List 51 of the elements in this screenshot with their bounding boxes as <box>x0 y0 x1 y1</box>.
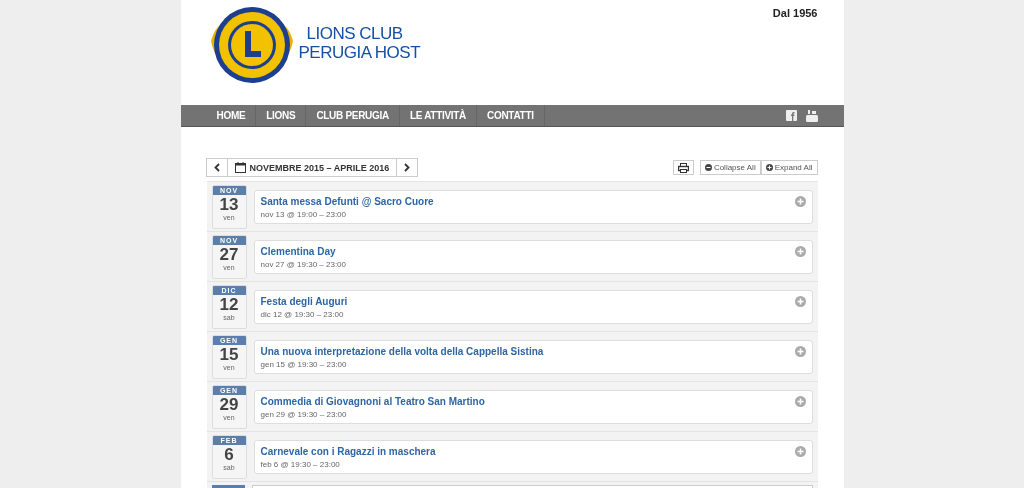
nav-link[interactable]: HOME <box>206 105 257 126</box>
event-card[interactable]: Santa messa Defunti @ Sacro Cuore nov 13 @ 19:00 – 23:00 <box>253 189 813 224</box>
event-day: 12 <box>219 294 239 314</box>
event-time: feb 6 @ 19:30 – 23:00 <box>260 459 341 469</box>
chevron-right-icon <box>404 163 411 172</box>
event-title[interactable]: Santa messa Defunti @ Sacro Cuore <box>260 195 434 207</box>
event-time: nov 13 @ 19:00 – 23:00 <box>260 209 348 219</box>
collapse-all-button[interactable]: Collapse All <box>699 160 761 175</box>
nav-link[interactable]: CONTATTI <box>477 105 545 126</box>
event-time: nov 27 @ 19:30 – 23:00 <box>260 259 347 269</box>
event-card[interactable]: Carnevale con i Ragazzi in maschera feb 6 @ 19:30 – 23:00 <box>253 439 813 474</box>
expand-icon[interactable] <box>794 295 806 307</box>
event-card[interactable]: Festa degli Auguri dic 12 @ 19:30 – 23:00 <box>253 289 813 324</box>
event-time: gen 29 @ 19:30 – 23:00 <box>260 409 348 419</box>
expand-icon[interactable] <box>794 395 806 407</box>
printer-icon <box>677 162 689 173</box>
event-title[interactable]: Clementina Day <box>260 245 347 257</box>
calendar-icon <box>234 162 246 173</box>
event-day: 27 <box>219 244 239 264</box>
event-title[interactable]: Carnevale con i Ragazzi in maschera <box>260 445 436 457</box>
event-day: 29 <box>219 394 239 414</box>
date-range-button[interactable]: NOVEMBRE 2015 – APRILE 2016 <box>226 158 398 177</box>
event-day: 13 <box>219 194 239 214</box>
expand-icon[interactable] <box>794 195 806 207</box>
event-day: 6 <box>224 444 234 464</box>
expand-icon[interactable] <box>794 345 806 357</box>
chevron-left-icon <box>213 163 220 172</box>
print-button[interactable] <box>672 160 694 175</box>
previous-button[interactable] <box>205 158 228 177</box>
expand-icon[interactable] <box>794 445 806 457</box>
event-time: dic 12 @ 19:30 – 23:00 <box>260 309 345 319</box>
nav-link[interactable]: LIONS <box>256 105 307 126</box>
event-card[interactable]: Clementina Day nov 27 @ 19:30 – 23:00 <box>253 239 813 274</box>
next-button[interactable] <box>396 158 419 177</box>
event-day: 15 <box>219 344 239 364</box>
event-title[interactable]: Una nuova interpretazione della volta della Cappella Sistina <box>260 345 544 357</box>
event-time: gen 15 @ 19:30 – 23:00 <box>260 359 348 369</box>
event-card[interactable]: Commedia di Giovagnoni al Teatro San Martino gen 29 @ 19:30 – 23:00 <box>253 389 813 424</box>
minus-icon <box>704 164 712 171</box>
expand-icon[interactable] <box>794 245 806 257</box>
event-title[interactable]: Festa degli Auguri <box>260 295 348 307</box>
nav-link[interactable]: LE ATTIVITÀ <box>399 105 478 126</box>
plus-icon <box>765 164 773 171</box>
event-title[interactable]: Commedia di Giovagnoni al Teatro San Martino <box>260 395 485 407</box>
facebook-icon[interactable] <box>785 110 797 121</box>
since-text: Dal 1956 <box>772 7 818 19</box>
event-card[interactable]: Una nuova interpretazione della volta della Cappella Sistina gen 15 @ 19:30 – 23:00 <box>253 339 813 374</box>
club-name: PERUGIA HOST <box>298 43 421 62</box>
nav-link[interactable]: CLUB PERUGIA <box>306 105 400 126</box>
expand-all-button[interactable]: Expand All <box>760 160 818 175</box>
club-name: LIONS CLUB <box>305 24 404 43</box>
